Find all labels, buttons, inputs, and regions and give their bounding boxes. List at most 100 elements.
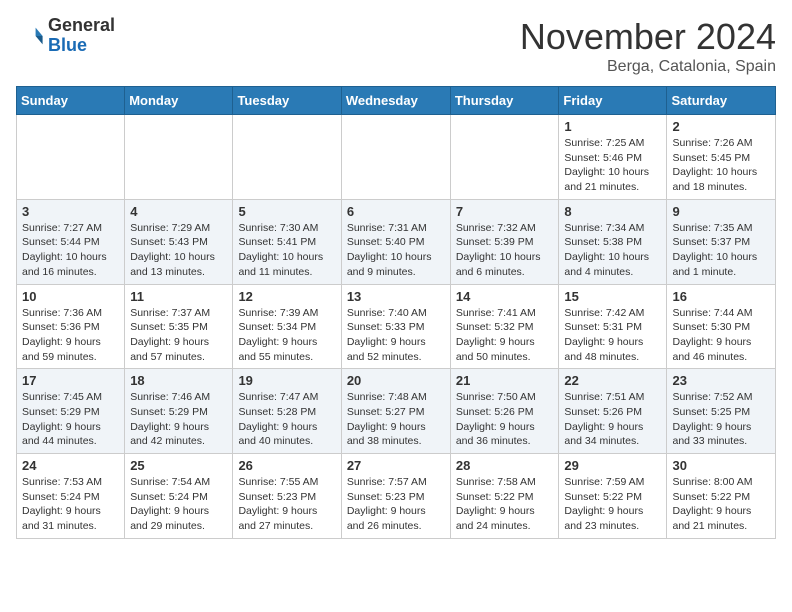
logo-general: General bbox=[48, 16, 115, 36]
weekday-header: Monday bbox=[125, 87, 233, 115]
calendar-day-cell: 27 Sunrise: 7:57 AM Sunset: 5:23 PM Dayli… bbox=[341, 454, 450, 539]
calendar-day-cell: 21 Sunrise: 7:50 AM Sunset: 5:26 PM Dayli… bbox=[450, 369, 559, 454]
calendar-week-row: 3 Sunrise: 7:27 AM Sunset: 5:44 PM Daylig… bbox=[17, 199, 776, 284]
day-info: Sunrise: 7:30 AM Sunset: 5:41 PM Dayligh… bbox=[238, 221, 335, 280]
day-info: Sunrise: 7:50 AM Sunset: 5:26 PM Dayligh… bbox=[456, 390, 554, 449]
calendar-day-cell: 28 Sunrise: 7:58 AM Sunset: 5:22 PM Dayli… bbox=[450, 454, 559, 539]
calendar-day-cell bbox=[233, 115, 341, 200]
logo: General Blue bbox=[16, 16, 115, 56]
weekday-header: Sunday bbox=[17, 87, 125, 115]
month-title: November 2024 bbox=[520, 16, 776, 58]
day-number: 4 bbox=[130, 204, 227, 219]
day-number: 25 bbox=[130, 458, 227, 473]
day-info: Sunrise: 7:52 AM Sunset: 5:25 PM Dayligh… bbox=[672, 390, 770, 449]
calendar-table: SundayMondayTuesdayWednesdayThursdayFrid… bbox=[16, 86, 776, 539]
day-number: 19 bbox=[238, 373, 335, 388]
day-number: 5 bbox=[238, 204, 335, 219]
calendar-day-cell: 17Sunrise: 7:45 AM Sunset: 5:29 PM Dayli… bbox=[17, 369, 125, 454]
calendar-day-cell: 8 Sunrise: 7:34 AM Sunset: 5:38 PM Daylig… bbox=[559, 199, 667, 284]
page-header: General Blue November 2024 Berga, Catalo… bbox=[16, 16, 776, 76]
day-number: 23 bbox=[672, 373, 770, 388]
day-number: 21 bbox=[456, 373, 554, 388]
day-number: 11 bbox=[130, 289, 227, 304]
calendar-day-cell: 30 Sunrise: 8:00 AM Sunset: 5:22 PM Dayli… bbox=[667, 454, 776, 539]
calendar-day-cell: 29 Sunrise: 7:59 AM Sunset: 5:22 PM Dayli… bbox=[559, 454, 667, 539]
day-number: 6 bbox=[347, 204, 445, 219]
day-info: Sunrise: 7:48 AM Sunset: 5:27 PM Dayligh… bbox=[347, 390, 445, 449]
location: Berga, Catalonia, Spain bbox=[520, 58, 776, 76]
day-number: 1 bbox=[564, 119, 661, 134]
weekday-header-row: SundayMondayTuesdayWednesdayThursdayFrid… bbox=[17, 87, 776, 115]
day-number: 8 bbox=[564, 204, 661, 219]
calendar-week-row: 24 Sunrise: 7:53 AM Sunset: 5:24 PM Dayli… bbox=[17, 454, 776, 539]
calendar-day-cell: 7 Sunrise: 7:32 AM Sunset: 5:39 PM Daylig… bbox=[450, 199, 559, 284]
logo-icon bbox=[16, 22, 44, 50]
day-info: Sunrise: 7:42 AM Sunset: 5:31 PM Dayligh… bbox=[564, 306, 661, 365]
day-number: 10 bbox=[22, 289, 119, 304]
day-number: 20 bbox=[347, 373, 445, 388]
day-info: Sunrise: 7:44 AM Sunset: 5:30 PM Dayligh… bbox=[672, 306, 770, 365]
day-info: Sunrise: 7:25 AM Sunset: 5:46 PM Dayligh… bbox=[564, 136, 661, 195]
weekday-header: Wednesday bbox=[341, 87, 450, 115]
day-number: 3 bbox=[22, 204, 119, 219]
day-number: 26 bbox=[238, 458, 335, 473]
day-number: 17 bbox=[22, 373, 119, 388]
day-info: Sunrise: 7:35 AM Sunset: 5:37 PM Dayligh… bbox=[672, 221, 770, 280]
day-info: Sunrise: 8:00 AM Sunset: 5:22 PM Dayligh… bbox=[672, 475, 770, 534]
calendar-day-cell bbox=[450, 115, 559, 200]
calendar-day-cell bbox=[125, 115, 233, 200]
day-number: 24 bbox=[22, 458, 119, 473]
calendar-day-cell: 19Sunrise: 7:47 AM Sunset: 5:28 PM Dayli… bbox=[233, 369, 341, 454]
day-info: Sunrise: 7:36 AM Sunset: 5:36 PM Dayligh… bbox=[22, 306, 119, 365]
calendar-day-cell: 9 Sunrise: 7:35 AM Sunset: 5:37 PM Daylig… bbox=[667, 199, 776, 284]
logo-blue: Blue bbox=[48, 36, 115, 56]
day-info: Sunrise: 7:57 AM Sunset: 5:23 PM Dayligh… bbox=[347, 475, 445, 534]
day-info: Sunrise: 7:27 AM Sunset: 5:44 PM Dayligh… bbox=[22, 221, 119, 280]
logo-text: General Blue bbox=[48, 16, 115, 56]
calendar-day-cell: 18Sunrise: 7:46 AM Sunset: 5:29 PM Dayli… bbox=[125, 369, 233, 454]
day-info: Sunrise: 7:34 AM Sunset: 5:38 PM Dayligh… bbox=[564, 221, 661, 280]
day-number: 14 bbox=[456, 289, 554, 304]
day-info: Sunrise: 7:46 AM Sunset: 5:29 PM Dayligh… bbox=[130, 390, 227, 449]
day-info: Sunrise: 7:26 AM Sunset: 5:45 PM Dayligh… bbox=[672, 136, 770, 195]
calendar-day-cell: 6 Sunrise: 7:31 AM Sunset: 5:40 PM Daylig… bbox=[341, 199, 450, 284]
calendar-day-cell: 5 Sunrise: 7:30 AM Sunset: 5:41 PM Daylig… bbox=[233, 199, 341, 284]
calendar-day-cell: 13Sunrise: 7:40 AM Sunset: 5:33 PM Dayli… bbox=[341, 284, 450, 369]
calendar-day-cell bbox=[341, 115, 450, 200]
day-info: Sunrise: 7:41 AM Sunset: 5:32 PM Dayligh… bbox=[456, 306, 554, 365]
day-info: Sunrise: 7:39 AM Sunset: 5:34 PM Dayligh… bbox=[238, 306, 335, 365]
calendar-day-cell: 22Sunrise: 7:51 AM Sunset: 5:26 PM Dayli… bbox=[559, 369, 667, 454]
day-info: Sunrise: 7:53 AM Sunset: 5:24 PM Dayligh… bbox=[22, 475, 119, 534]
day-number: 7 bbox=[456, 204, 554, 219]
calendar-day-cell: 12 Sunrise: 7:39 AM Sunset: 5:34 PM Dayli… bbox=[233, 284, 341, 369]
calendar-week-row: 1 Sunrise: 7:25 AM Sunset: 5:46 PM Daylig… bbox=[17, 115, 776, 200]
day-info: Sunrise: 7:54 AM Sunset: 5:24 PM Dayligh… bbox=[130, 475, 227, 534]
day-info: Sunrise: 7:40 AM Sunset: 5:33 PM Dayligh… bbox=[347, 306, 445, 365]
day-number: 28 bbox=[456, 458, 554, 473]
day-number: 12 bbox=[238, 289, 335, 304]
day-number: 27 bbox=[347, 458, 445, 473]
calendar-week-row: 10 Sunrise: 7:36 AM Sunset: 5:36 PM Dayli… bbox=[17, 284, 776, 369]
weekday-header: Thursday bbox=[450, 87, 559, 115]
calendar-day-cell: 11 Sunrise: 7:37 AM Sunset: 5:35 PM Dayli… bbox=[125, 284, 233, 369]
day-info: Sunrise: 7:58 AM Sunset: 5:22 PM Dayligh… bbox=[456, 475, 554, 534]
day-number: 9 bbox=[672, 204, 770, 219]
calendar-day-cell: 23 Sunrise: 7:52 AM Sunset: 5:25 PM Dayli… bbox=[667, 369, 776, 454]
day-info: Sunrise: 7:31 AM Sunset: 5:40 PM Dayligh… bbox=[347, 221, 445, 280]
day-info: Sunrise: 7:32 AM Sunset: 5:39 PM Dayligh… bbox=[456, 221, 554, 280]
calendar-day-cell: 26Sunrise: 7:55 AM Sunset: 5:23 PM Dayli… bbox=[233, 454, 341, 539]
calendar-day-cell: 14 Sunrise: 7:41 AM Sunset: 5:32 PM Dayli… bbox=[450, 284, 559, 369]
day-number: 29 bbox=[564, 458, 661, 473]
calendar-day-cell: 15Sunrise: 7:42 AM Sunset: 5:31 PM Dayli… bbox=[559, 284, 667, 369]
day-number: 16 bbox=[672, 289, 770, 304]
day-number: 2 bbox=[672, 119, 770, 134]
weekday-header: Friday bbox=[559, 87, 667, 115]
day-info: Sunrise: 7:59 AM Sunset: 5:22 PM Dayligh… bbox=[564, 475, 661, 534]
calendar-day-cell: 4Sunrise: 7:29 AM Sunset: 5:43 PM Daylig… bbox=[125, 199, 233, 284]
day-number: 22 bbox=[564, 373, 661, 388]
weekday-header: Tuesday bbox=[233, 87, 341, 115]
day-number: 30 bbox=[672, 458, 770, 473]
weekday-header: Saturday bbox=[667, 87, 776, 115]
day-info: Sunrise: 7:37 AM Sunset: 5:35 PM Dayligh… bbox=[130, 306, 227, 365]
calendar-day-cell: 20 Sunrise: 7:48 AM Sunset: 5:27 PM Dayli… bbox=[341, 369, 450, 454]
